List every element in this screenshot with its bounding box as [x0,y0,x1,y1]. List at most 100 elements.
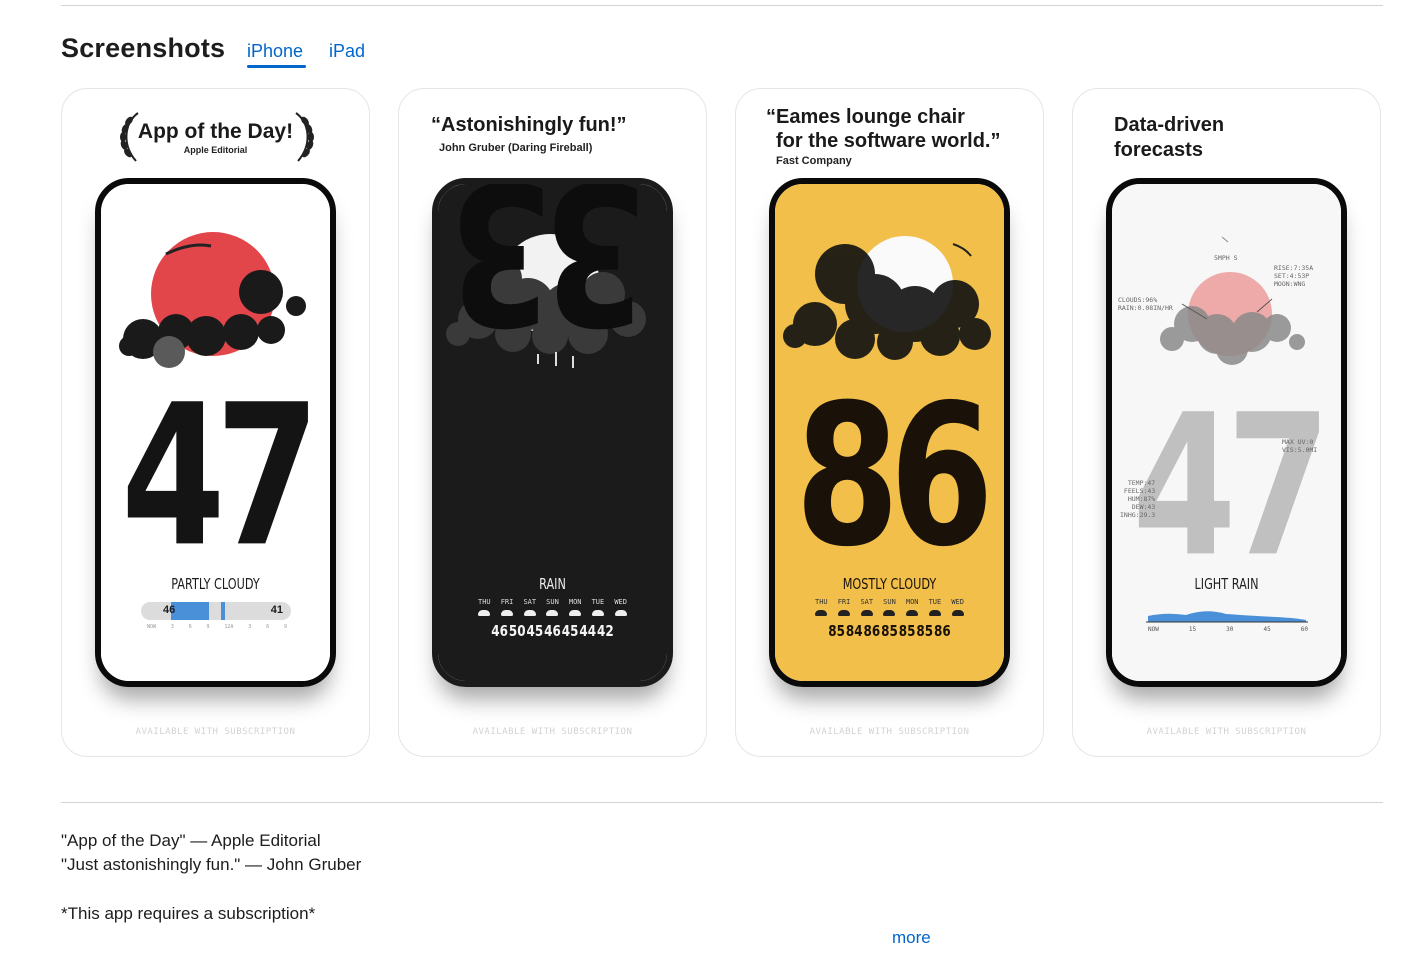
forecast-day: SUN [883,598,896,606]
card-1-temperature: 47 [121,364,320,591]
card-4-heading-line1: Data-driven [1114,114,1225,136]
top-divider [61,5,1383,6]
card-3-temperature: 86 [795,364,994,591]
card-4-uv-info: MAX UV:0 VIS:5.0MI [1282,438,1318,454]
card-2-heading: “Astonishingly fun!” [431,114,627,136]
card-2-temperature: 33 [458,184,647,364]
forecast-day: FRI [837,598,851,606]
cloud-icon [815,610,827,616]
slider-tick: 9 [206,624,210,630]
cloud-icon [929,610,942,616]
card-3-forecast-days: THU FRI SAT SUN MON TUE WED [815,598,964,606]
card-2-forecast-icons [478,610,627,616]
cloud-icon [546,610,559,616]
forecast-temp: 45 [526,622,544,640]
forecast-temp: 84 [845,622,863,640]
forecast-day: SAT [523,598,537,606]
card-2-condition: RAIN [539,575,566,593]
forecast-temp: 46 [491,622,508,640]
cloud-icon [614,610,627,616]
rain-chart-tick: 30 [1226,626,1234,633]
card-2-forecast-temps: 46 50 45 46 45 44 42 [491,622,613,640]
card-2-subheading: John Gruber (Daring Fireball) [439,142,593,154]
cloud-icon [883,610,896,616]
card-2-footer: AVAILABLE WITH SUBSCRIPTION [472,727,633,737]
card-4-footer: AVAILABLE WITH SUBSCRIPTION [1146,727,1307,737]
card-1-heading: App of the Day! [137,120,294,143]
card-1-subheading: Apple Editorial [183,145,248,155]
card-3-heading-line2: for the software world.” [776,130,1001,152]
forecast-temp: 85 [916,622,934,640]
rain-chart-ticks: NOW 15 30 45 60 [1148,626,1308,633]
hourly-slider: 46 41 [141,602,291,620]
card-4-temp-info: TEMP:47 FEELS:43 HUM:87% DEW:43 INHG:29.… [1120,479,1156,519]
partly-cloudy-illustration [119,232,306,368]
card-3-footer: AVAILABLE WITH SUBSCRIPTION [809,727,970,737]
forecast-temp: 86 [863,622,881,640]
screenshot-card-2[interactable]: “Astonishingly fun!” John Gruber (Daring… [398,88,707,757]
cloud-icon [569,610,582,616]
cloud-icon [592,610,605,616]
description-line-3: *This app requires a subscription* [61,904,316,923]
forecast-day: MON [905,598,919,606]
card-3-forecast-temps: 85 84 86 85 85 85 86 [828,622,950,640]
card-4-condition: LIGHT RAIN [1194,575,1259,593]
card-3-heading-line1: “Eames lounge chair [766,106,965,128]
rain-chart-tick: 45 [1263,626,1271,633]
forecast-temp: 85 [898,622,916,640]
card-3-forecast-icons [815,610,964,616]
screenshot-card-1[interactable]: App of the Day! Apple Editorial 47 PARTL… [61,88,370,757]
cloud-icon [500,610,513,616]
card-3-condition: MOSTLY CLOUDY [842,575,937,593]
slider-low-value: 46 [163,604,176,616]
cloud-icon [523,610,536,616]
forecast-day: SUN [546,598,559,606]
card-3-subheading: Fast Company [776,155,852,167]
description-line-2: "Just astonishingly fun." — John Gruber [61,855,362,874]
phone-mockup-1: 47 PARTLY CLOUDY 46 41 NOW 3 6 9 12A 3 6… [95,178,336,687]
phone-mockup-2: 33 RAIN THU FRI SAT SUN MON TUE WED 46 5… [432,178,673,687]
more-link[interactable]: more [892,928,931,948]
forecast-day: WED [951,598,964,606]
screenshot-card-3[interactable]: “Eames lounge chair for the software wor… [735,88,1044,757]
slider-high-value: 41 [270,604,283,616]
screenshot-card-4[interactable]: Data-driven forecasts 5MPH S RISE:7:35A … [1072,88,1381,757]
cloud-icon [906,610,919,616]
forecast-day: THU [478,598,491,606]
mostly-cloudy-illustration [783,236,991,360]
rain-chart-tick: 60 [1300,626,1308,633]
forecast-day: FRI [500,598,514,606]
forecast-temp: 46 [544,622,561,640]
card-4-wind: 5MPH S [1214,254,1238,262]
rain-intensity-chart [1146,611,1308,623]
card-1-footer: AVAILABLE WITH SUBSCRIPTION [135,727,296,737]
slider-marker [221,602,225,620]
forecast-temp: 86 [933,622,951,640]
tab-iphone[interactable]: iPhone [247,41,303,62]
forecast-temp: 85 [881,622,898,640]
forecast-temp: 42 [596,622,614,640]
forecast-day: TUE [591,598,605,606]
forecast-day: THU [815,598,828,606]
cloud-icon [837,610,850,616]
slider-range [171,602,209,620]
forecast-day: SAT [860,598,874,606]
description-divider [61,802,1383,803]
forecast-temp: 85 [828,622,845,640]
slider-tick: 6 [188,624,192,630]
forecast-temp: 44 [579,622,597,640]
description-line-1: "App of the Day" — Apple Editorial [61,831,321,850]
cloud-icon [860,610,873,616]
forecast-temp: 50 [508,622,526,640]
forecast-temp: 45 [561,622,579,640]
cloud-icon [951,610,964,616]
section-title: Screenshots [61,33,226,63]
slider-tick: 6 [266,624,270,630]
card-4-cloud-info: CLOUDS:96% RAIN:0.08IN/HR [1118,296,1173,312]
card-4-heading-line2: forecasts [1114,139,1203,161]
card-4-sun-info: RISE:7:35A SET:4:53P MOON:WNG [1274,264,1314,288]
card-1-condition: PARTLY CLOUDY [171,575,260,593]
tab-selected-indicator [247,65,306,68]
tab-ipad[interactable]: iPad [329,41,365,62]
slider-tick: 12A [224,624,234,630]
